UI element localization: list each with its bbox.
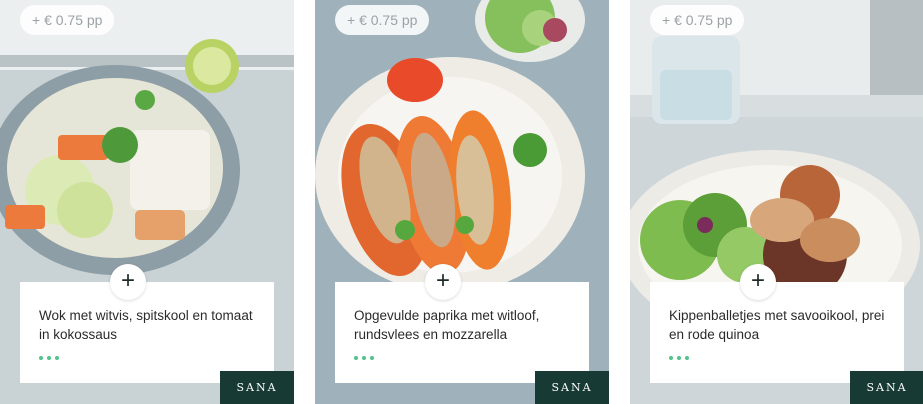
price-badge: + € 0.75 pp bbox=[335, 5, 430, 35]
price-badge: + € 0.75 pp bbox=[650, 5, 745, 35]
dot bbox=[669, 356, 673, 360]
more-options-dots[interactable] bbox=[354, 356, 374, 360]
price-badge: + € 0.75 pp bbox=[20, 5, 115, 35]
dot bbox=[354, 356, 358, 360]
recipe-card[interactable]: + € 0.75 pp Wok met witvis, spitskool en… bbox=[0, 0, 294, 404]
add-recipe-button[interactable]: + bbox=[740, 264, 776, 300]
recipe-title[interactable]: Opgevulde paprika met witloof, rundsvlee… bbox=[354, 306, 574, 344]
recipe-info-box[interactable]: Kippenballetjes met savooikool, prei en … bbox=[650, 282, 904, 383]
recipe-title[interactable]: Wok met witvis, spitskool en tomaat in k… bbox=[39, 306, 259, 344]
dot bbox=[685, 356, 689, 360]
dot bbox=[47, 356, 51, 360]
recipe-title[interactable]: Kippenballetjes met savooikool, prei en … bbox=[669, 306, 889, 344]
recipe-card[interactable]: + € 0.75 pp Kippenballetjes met savooiko… bbox=[630, 0, 923, 404]
brand-tag: SANA bbox=[850, 371, 923, 404]
add-recipe-button[interactable]: + bbox=[110, 264, 146, 300]
more-options-dots[interactable] bbox=[39, 356, 59, 360]
brand-tag: SANA bbox=[220, 371, 294, 404]
add-recipe-button[interactable]: + bbox=[425, 264, 461, 300]
dot bbox=[39, 356, 43, 360]
dot bbox=[55, 356, 59, 360]
dot bbox=[677, 356, 681, 360]
recipe-info-box[interactable]: Opgevulde paprika met witloof, rundsvlee… bbox=[335, 282, 589, 383]
more-options-dots[interactable] bbox=[669, 356, 689, 360]
dot bbox=[370, 356, 374, 360]
recipe-info-box[interactable]: Wok met witvis, spitskool en tomaat in k… bbox=[20, 282, 274, 383]
recipe-grid: + € 0.75 pp Wok met witvis, spitskool en… bbox=[0, 0, 923, 404]
dot bbox=[362, 356, 366, 360]
recipe-card[interactable]: + € 0.75 pp Opgevulde paprika met witloo… bbox=[315, 0, 609, 404]
brand-tag: SANA bbox=[535, 371, 609, 404]
